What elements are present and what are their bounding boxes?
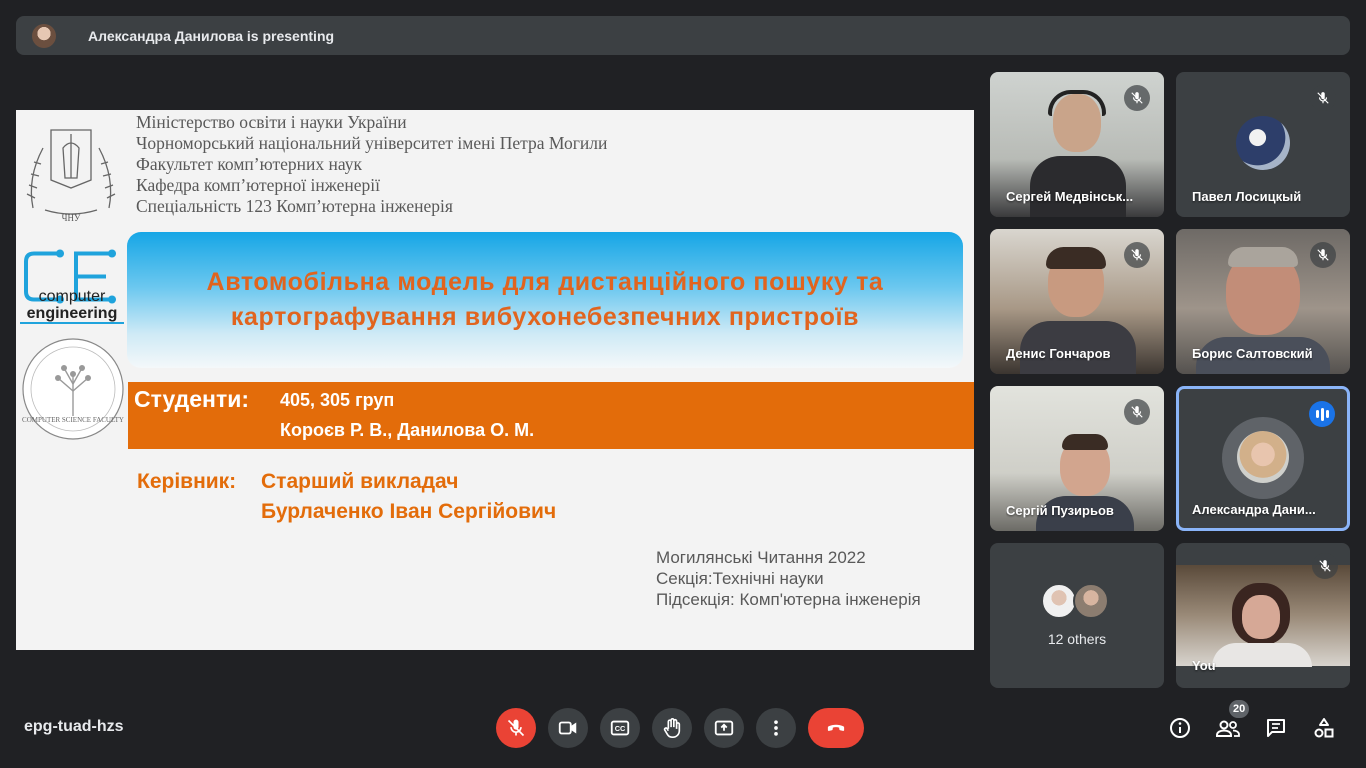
hangup-icon	[827, 724, 845, 731]
mic-toggle-button[interactable]	[496, 708, 536, 748]
mic-off-icon	[1310, 85, 1336, 111]
camera-icon	[558, 721, 577, 735]
meeting-details-button[interactable]	[1166, 714, 1194, 742]
participant-name: Борис Салтовский	[1192, 346, 1313, 361]
participant-name: You	[1192, 658, 1216, 673]
event-line: Могилянські Читання 2022	[656, 548, 866, 567]
chat-icon	[1267, 719, 1285, 737]
event-info: Могилянські Читання 2022 Секція:Технічні…	[656, 547, 921, 610]
self-video	[1176, 565, 1350, 667]
leave-call-button[interactable]	[808, 708, 864, 748]
ministry-line: Чорноморський національний університет і…	[136, 133, 608, 153]
supervisor-name: Бурлаченко Іван Сергійович	[261, 500, 557, 523]
participant-count-badge: 20	[1229, 700, 1250, 718]
present-screen-button[interactable]	[704, 708, 744, 748]
others-tile[interactable]: 12 others	[990, 543, 1164, 688]
ministry-text: Міністерство освіти і науки України Чорн…	[136, 112, 607, 217]
students-label: Студенти:	[134, 386, 250, 412]
shared-slide: ЧНУ computer engineering COMPUTER SCIENC…	[16, 110, 974, 650]
avatar	[1073, 583, 1109, 619]
participant-tile[interactable]: Борис Салтовский	[1176, 229, 1350, 374]
ce-logo-text: computer engineering	[20, 288, 124, 324]
more-options-button[interactable]	[756, 708, 796, 748]
raise-hand-button[interactable]	[652, 708, 692, 748]
participant-tile[interactable]: Денис Гончаров	[990, 229, 1164, 374]
info-icon	[1170, 718, 1190, 738]
ce-logo-line2: engineering	[20, 305, 124, 324]
activities-button[interactable]	[1310, 714, 1338, 742]
more-vert-icon	[774, 720, 778, 736]
slide-title-box: Автомобільна модель для дистанційного по…	[127, 232, 963, 368]
camera-toggle-button[interactable]	[548, 708, 588, 748]
chnu-label: ЧНУ	[62, 213, 81, 223]
activities-icon	[1314, 718, 1334, 738]
others-avatars	[1041, 583, 1113, 619]
participant-tile[interactable]: Сергей Медвінськ...	[990, 72, 1164, 217]
mic-off-icon	[1310, 242, 1336, 268]
speaking-indicator-icon	[1309, 401, 1335, 427]
students-bar: Студенти: 405, 305 груп Короєв Р. В., Да…	[128, 382, 974, 449]
participant-name: Павел Лосицкый	[1192, 189, 1302, 204]
event-line: Секція:Технічні науки	[656, 569, 824, 588]
meeting-code: epg-tuad-hzs	[24, 718, 124, 735]
others-count: 12 others	[1047, 631, 1107, 647]
participant-name: Денис Гончаров	[1006, 346, 1111, 361]
participant-tile[interactable]: Павел Лосицкый	[1176, 72, 1350, 217]
event-line: Підсекція: Комп'ютерна інженерія	[656, 590, 921, 609]
participant-tile[interactable]: Сергій Пузирьов	[990, 386, 1164, 531]
slide-title-line1: Автомобільна модель для дистанційного по…	[206, 268, 884, 296]
self-tile[interactable]: You	[1176, 543, 1350, 688]
ce-logo-line1: computer	[38, 288, 106, 305]
mic-off-icon	[507, 719, 525, 737]
presenter-banner: Александра Данилова is presenting	[16, 16, 1350, 55]
people-button[interactable]	[1214, 714, 1242, 742]
hand-icon	[663, 718, 681, 738]
participant-name: Александра Дани...	[1192, 502, 1316, 517]
svg-text:CC: CC	[615, 724, 626, 733]
avatar	[1041, 583, 1077, 619]
ministry-line: Спеціальність 123 Комп’ютерна інженерія	[136, 196, 453, 216]
university-logo-icon: ЧНУ	[26, 129, 116, 223]
chat-button[interactable]	[1262, 714, 1290, 742]
participant-avatar	[1236, 116, 1290, 170]
captions-icon: CC	[610, 720, 630, 736]
ministry-line: Кафедра комп’ютерної інженерії	[136, 175, 381, 195]
participant-avatar	[1237, 431, 1289, 483]
mic-off-icon	[1124, 85, 1150, 111]
participant-tile-active[interactable]: Александра Дани...	[1176, 386, 1350, 531]
captions-button[interactable]: CC	[600, 708, 640, 748]
csf-logo-icon: COMPUTER SCIENCE FACULTY	[22, 338, 124, 440]
present-icon	[714, 720, 734, 736]
supervisor-title: Старший викладач	[261, 470, 459, 493]
students-groups: 405, 305 груп	[280, 390, 395, 410]
ministry-line: Факультет комп’ютерних наук	[136, 154, 362, 174]
mic-off-icon	[1312, 553, 1338, 579]
presenter-avatar	[32, 23, 56, 48]
participant-name: Сергей Медвінськ...	[1006, 189, 1134, 204]
mic-off-icon	[1124, 242, 1150, 268]
presenter-text: Александра Данилова is presenting	[88, 27, 335, 44]
slide-title-line2: картографування вибухонебезпечних пристр…	[230, 303, 860, 331]
ministry-line: Міністерство освіти і науки України	[136, 112, 407, 132]
people-icon	[1216, 720, 1240, 737]
mic-off-icon	[1124, 399, 1150, 425]
csf-label: COMPUTER SCIENCE FACULTY	[22, 416, 124, 424]
supervisor-label: Керівник:	[137, 470, 237, 493]
students-names: Короєв Р. В., Данилова О. М.	[280, 420, 535, 440]
slide-title: Автомобільна модель для дистанційного по…	[207, 265, 884, 335]
participant-name: Сергій Пузирьов	[1006, 503, 1114, 518]
